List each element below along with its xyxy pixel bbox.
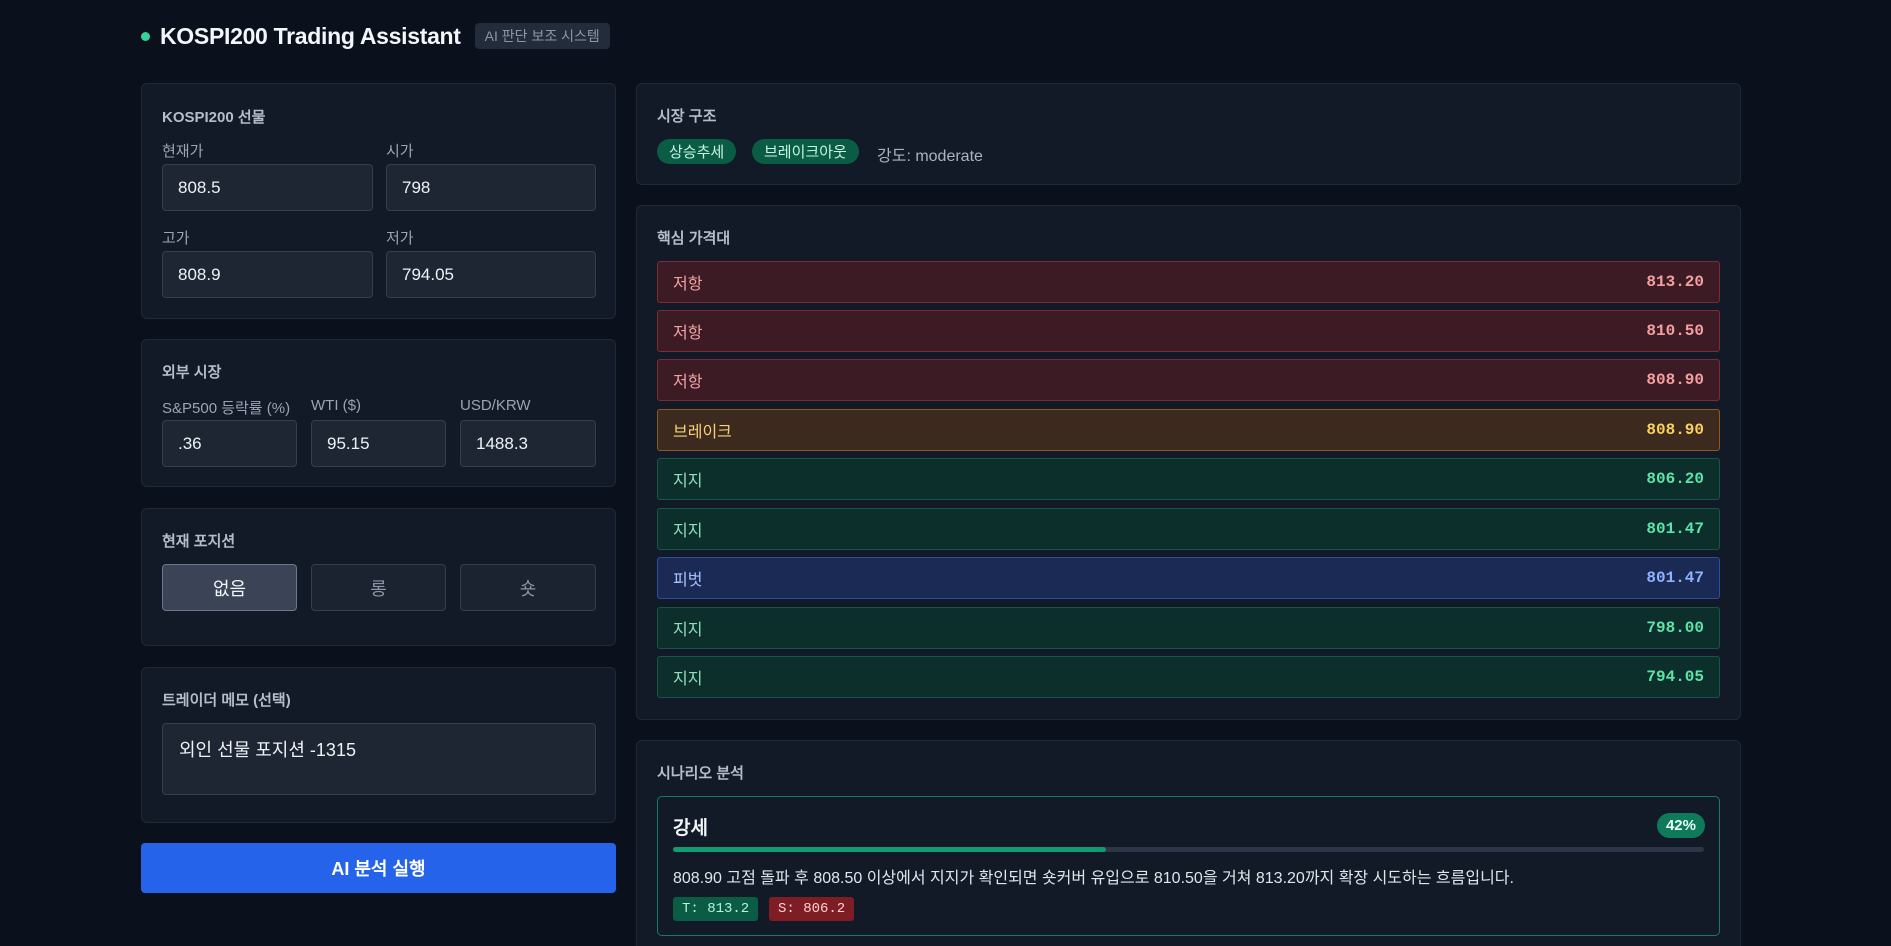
scenario-probability-fill <box>673 847 1107 852</box>
position-long-button[interactable]: 롱 <box>311 564 446 611</box>
level-value: 794.05 <box>1646 668 1704 686</box>
level-type: 지지 <box>673 473 703 490</box>
high-price-label: 고가 <box>162 230 190 247</box>
position-short-button[interactable]: 숏 <box>460 564 596 611</box>
sp500-input[interactable]: .36 <box>162 420 297 467</box>
high-price-input[interactable]: 808.9 <box>162 251 373 298</box>
app-header: KOSPI200 Trading Assistant AI 판단 보조 시스템 <box>141 20 610 52</box>
level-type: 저항 <box>673 374 703 391</box>
trend-tag: 상승추세 <box>657 139 737 164</box>
scenario-name: 강세 <box>673 818 708 839</box>
wti-input[interactable]: 95.15 <box>311 420 446 467</box>
open-price-input[interactable]: 798 <box>386 164 596 211</box>
wti-label: WTI ($) <box>311 397 361 414</box>
memo-card: 트레이더 메모 (선택) 외인 선물 포지션 -1315 <box>141 667 616 823</box>
usdkrw-input[interactable]: 1488.3 <box>460 420 596 467</box>
scenario-stop-chip: S: 806.2 <box>769 897 855 921</box>
usdkrw-label: USD/KRW <box>460 397 531 414</box>
level-row: 피벗 801.47 <box>657 557 1720 599</box>
status-dot-icon <box>141 31 150 41</box>
futures-card: KOSPI200 선물 현재가 808.5 시가 798 고가 808.9 저가… <box>141 83 616 319</box>
current-price-input[interactable]: 808.5 <box>162 164 373 211</box>
scenario-probability-badge: 42% <box>1656 813 1705 838</box>
futures-title: KOSPI200 선물 <box>162 109 266 126</box>
position-card: 현재 포지션 없음 롱 숏 <box>141 508 616 646</box>
current-price-label: 현재가 <box>162 143 204 160</box>
level-type: 지지 <box>673 622 703 639</box>
level-row: 지지 801.47 <box>657 508 1720 550</box>
level-row: 저항 808.90 <box>657 359 1720 401</box>
open-price-label: 시가 <box>386 143 414 160</box>
strength-label: 강도: moderate <box>877 148 983 165</box>
external-market-title: 외부 시장 <box>162 364 222 381</box>
level-value: 806.20 <box>1646 470 1704 488</box>
low-price-label: 저가 <box>386 230 414 247</box>
market-structure-card: 시장 구조 <box>636 83 1741 185</box>
level-row: 저항 810.50 <box>657 310 1720 352</box>
breakout-tag: 브레이크아웃 <box>752 139 859 164</box>
level-row: 지지 806.20 <box>657 458 1720 500</box>
app-subtitle-badge: AI 판단 보조 시스템 <box>474 23 610 49</box>
sp500-label: S&P500 등락률 (%) <box>162 400 291 417</box>
level-value: 801.47 <box>1646 569 1704 587</box>
scenario-title: 시나리오 분석 <box>657 765 744 782</box>
level-type: 피벗 <box>673 572 703 589</box>
level-type: 저항 <box>673 276 703 293</box>
level-row: 지지 798.00 <box>657 607 1720 649</box>
scenario-description: 808.90 고점 돌파 후 808.50 이상에서 지지가 확인되면 숏커버 … <box>673 870 1514 887</box>
scenario-bull: 강세 42% 808.90 고점 돌파 후 808.50 이상에서 지지가 확인… <box>657 796 1720 936</box>
level-row: 브레이크 808.90 <box>657 409 1720 451</box>
run-analysis-button[interactable]: AI 분석 실행 <box>141 843 616 893</box>
level-type: 브레이크 <box>673 424 732 441</box>
memo-title: 트레이더 메모 (선택) <box>162 692 291 709</box>
position-title: 현재 포지션 <box>162 533 236 550</box>
level-value: 813.20 <box>1646 273 1704 291</box>
level-type: 지지 <box>673 671 703 688</box>
level-value: 808.90 <box>1646 421 1704 439</box>
level-value: 798.00 <box>1646 619 1704 637</box>
level-value: 810.50 <box>1646 322 1704 340</box>
level-row: 저항 813.20 <box>657 261 1720 303</box>
low-price-input[interactable]: 794.05 <box>386 251 596 298</box>
external-market-card: 외부 시장 S&P500 등락률 (%) .36 WTI ($) 95.15 U… <box>141 339 616 487</box>
key-levels-title: 핵심 가격대 <box>657 230 731 247</box>
level-type: 지지 <box>673 523 703 540</box>
scenario-target-chip: T: 813.2 <box>673 897 759 921</box>
level-value: 801.47 <box>1646 520 1704 538</box>
memo-textarea[interactable]: 외인 선물 포지션 -1315 <box>162 723 596 795</box>
level-row: 지지 794.05 <box>657 656 1720 698</box>
market-structure-title: 시장 구조 <box>657 108 717 125</box>
app-title: KOSPI200 Trading Assistant <box>160 22 461 49</box>
level-value: 808.90 <box>1646 371 1704 389</box>
position-none-button[interactable]: 없음 <box>162 564 297 611</box>
scenario-probability-bar <box>673 847 1704 852</box>
level-type: 저항 <box>673 325 703 342</box>
